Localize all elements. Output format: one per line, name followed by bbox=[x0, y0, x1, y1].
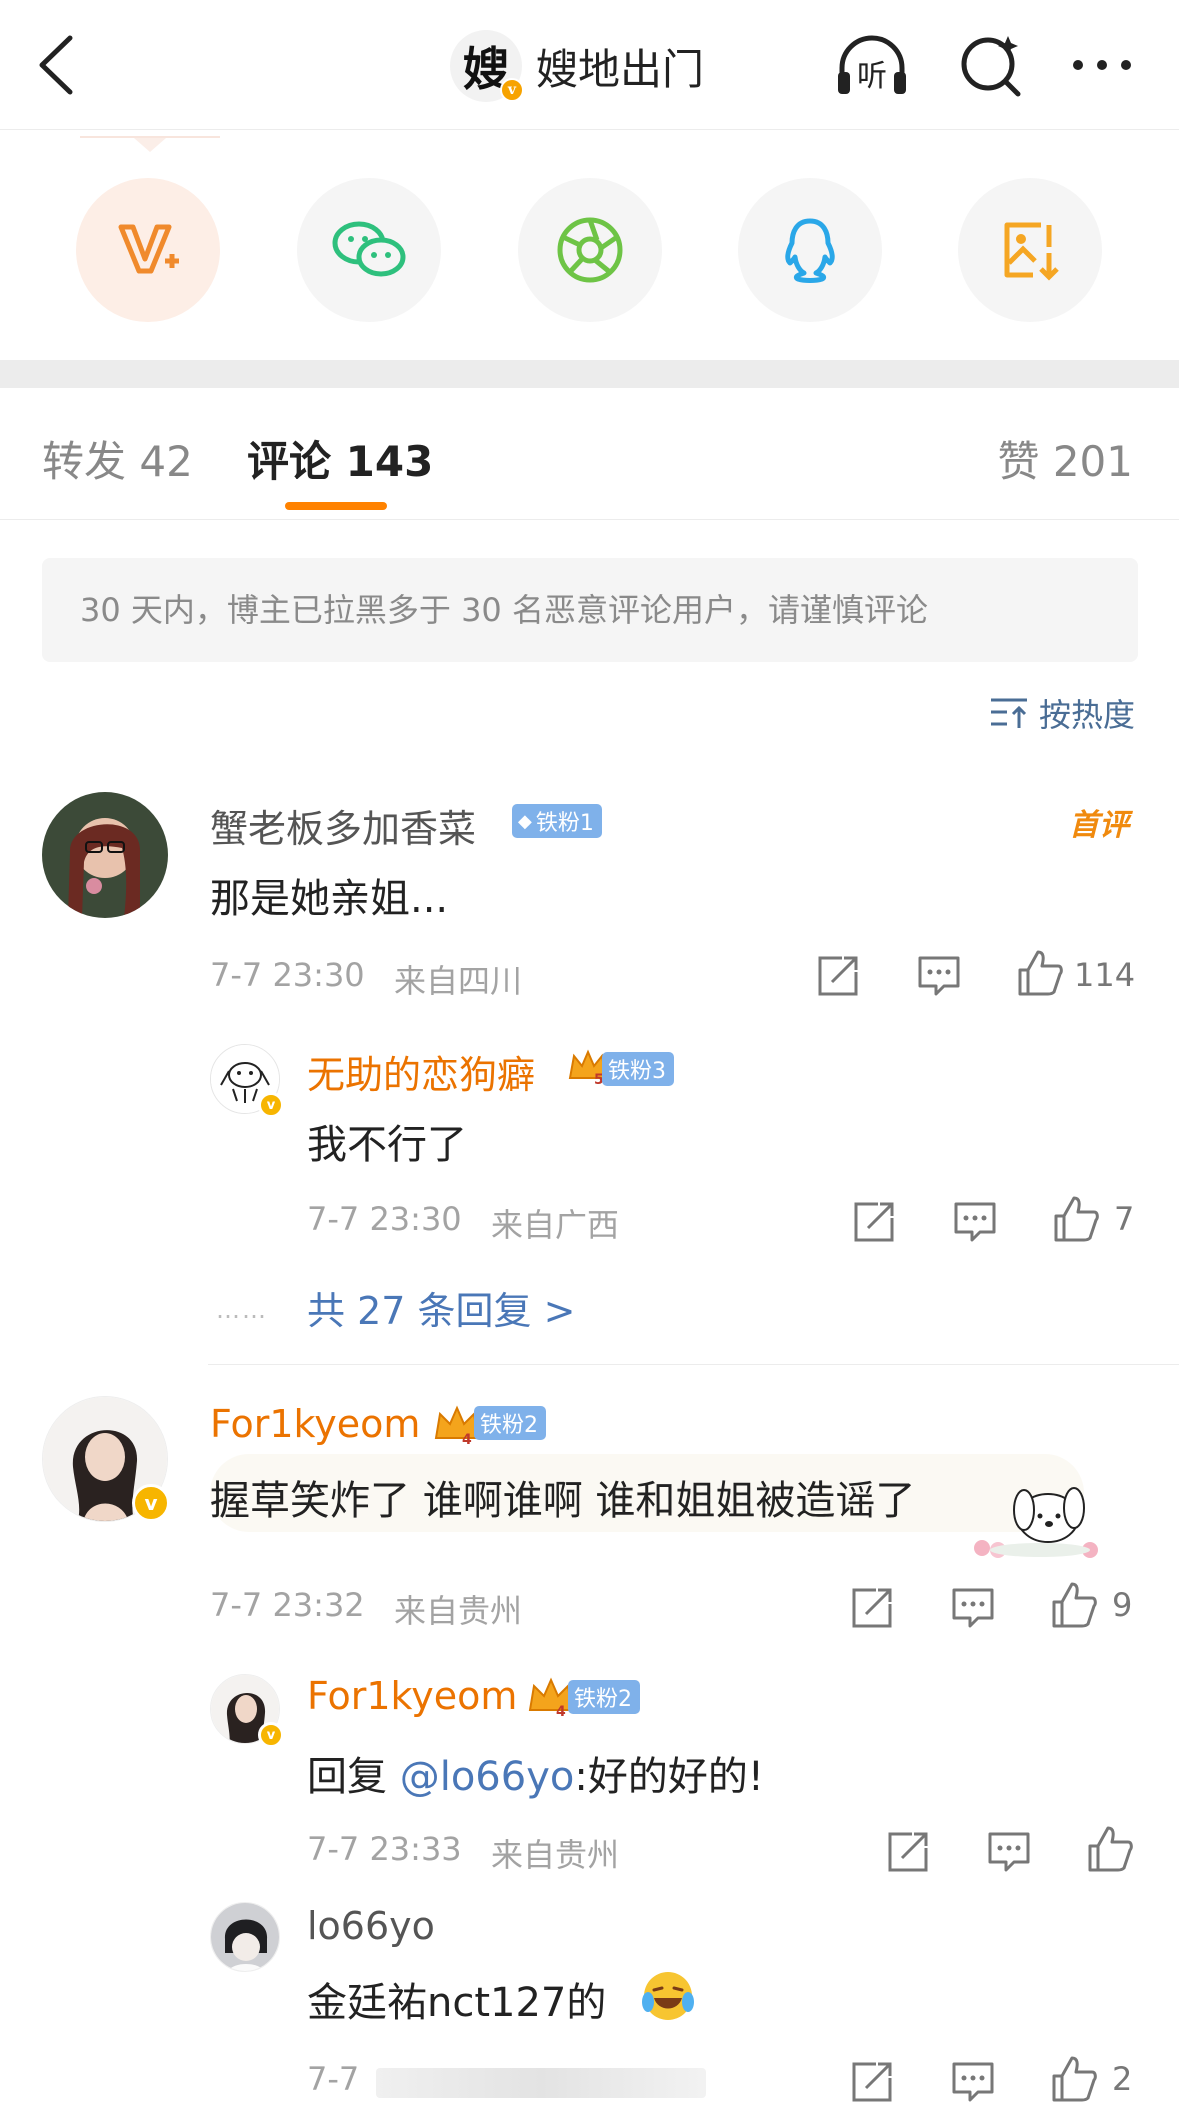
fan-badge-label: 铁粉2 bbox=[480, 1413, 538, 1438]
avatar-photo bbox=[211, 1903, 279, 1971]
like-icon[interactable] bbox=[1050, 1194, 1100, 1244]
save-image-icon bbox=[1004, 222, 1059, 281]
fan-badge[interactable]: ◆ 铁粉1 bbox=[512, 804, 602, 838]
top-nav-bar: 嫂 v 嫂地出门 听 bbox=[0, 0, 1179, 130]
comment-text: 那是她亲姐... bbox=[210, 876, 449, 922]
sort-icon bbox=[990, 698, 1027, 728]
pochacco-sticker-icon bbox=[974, 1487, 1098, 1558]
sort-toggle[interactable]: 按热度 bbox=[989, 690, 1135, 736]
repost-icon[interactable] bbox=[882, 1826, 932, 1876]
comment-time: 7-7 23:30 bbox=[210, 956, 365, 994]
repost-icon[interactable] bbox=[846, 2056, 896, 2106]
reply-text: 回复 @lo66yo:好的好的! bbox=[307, 1744, 764, 1802]
fan-badge[interactable]: 铁粉3 bbox=[602, 1052, 674, 1086]
comment-icon[interactable] bbox=[984, 1826, 1034, 1876]
avatar-photo bbox=[42, 792, 168, 918]
crown-level: 4 bbox=[556, 1704, 566, 1718]
section-divider bbox=[0, 360, 1179, 388]
tab-like[interactable]: 赞 201 bbox=[997, 428, 1133, 489]
diamond-icon: ◆ bbox=[518, 810, 532, 832]
comment-username[interactable]: 蟹老板多加香菜 bbox=[210, 798, 476, 853]
share-weibo-v-plus-button[interactable] bbox=[76, 178, 220, 322]
fan-badge[interactable]: 铁粉2 bbox=[474, 1406, 546, 1440]
reply-text: 我不行了 bbox=[307, 1122, 467, 1168]
share-wechat-button[interactable] bbox=[297, 178, 441, 322]
listen-icon[interactable]: 听 bbox=[832, 30, 912, 100]
fan-badge-label: 铁粉2 bbox=[574, 1687, 632, 1712]
avatar[interactable] bbox=[42, 792, 168, 918]
reply-location: 来自广西 bbox=[491, 1206, 620, 1244]
mention-link[interactable]: @lo66yo bbox=[400, 1754, 575, 1800]
like-icon[interactable] bbox=[1048, 1580, 1098, 1630]
reply-time: 7-7 23:30 bbox=[307, 1200, 462, 1238]
like-count: 7 bbox=[1114, 1200, 1135, 1238]
comment-location: 来自四川 bbox=[394, 962, 523, 1000]
tab-active-indicator bbox=[285, 502, 387, 510]
page-title: 嫂地出门 bbox=[536, 44, 705, 94]
feedback-tabs: 转发 42 评论 143 赞 201 bbox=[0, 388, 1179, 520]
share-row bbox=[0, 130, 1179, 360]
first-comment-badge: 首评 bbox=[1069, 808, 1129, 843]
verified-icon: v bbox=[500, 78, 524, 102]
share-qq-button[interactable] bbox=[738, 178, 882, 322]
share-pointer bbox=[134, 138, 166, 152]
repost-icon[interactable] bbox=[812, 950, 862, 1000]
share-moments-button[interactable] bbox=[518, 178, 662, 322]
save-image-button[interactable] bbox=[958, 178, 1102, 322]
crown-level: 4 bbox=[462, 1432, 472, 1446]
reply-suffix: :好的好的! bbox=[574, 1754, 764, 1800]
avatar[interactable] bbox=[210, 1902, 280, 1972]
reply-time: 7-7 bbox=[307, 2060, 360, 2098]
like-icon[interactable] bbox=[1014, 948, 1064, 998]
listen-label: 听 bbox=[857, 59, 887, 94]
like-count: 114 bbox=[1074, 956, 1136, 994]
verified-icon: v bbox=[258, 1722, 284, 1748]
page-title-group[interactable]: 嫂 v 嫂地出门 bbox=[450, 28, 704, 104]
thread-dots: …… bbox=[216, 1296, 268, 1324]
reply-prefix: 回复 bbox=[307, 1754, 400, 1800]
comment-icon[interactable] bbox=[948, 2056, 998, 2106]
like-icon[interactable] bbox=[1048, 2054, 1098, 2104]
comment-divider bbox=[208, 1364, 1179, 1365]
like-icon[interactable] bbox=[1084, 1824, 1134, 1874]
reply-location: 来自贵州 bbox=[491, 1836, 620, 1874]
comment-location: 来自贵州 bbox=[394, 1592, 523, 1630]
comment-icon[interactable] bbox=[950, 1196, 1000, 1246]
comment-time: 7-7 23:32 bbox=[210, 1586, 365, 1624]
more-replies-link[interactable]: 共 27 条回复 > bbox=[307, 1280, 575, 1335]
back-arrow-icon[interactable] bbox=[30, 28, 90, 102]
v-plus-icon bbox=[118, 224, 179, 274]
comment-notice: 30 天内，博主已拉黑多于 30 名恶意评论用户，请谨慎评论 bbox=[42, 558, 1138, 662]
qq-icon bbox=[785, 218, 835, 283]
moments-icon bbox=[557, 217, 623, 283]
tab-comment[interactable]: 评论 143 bbox=[247, 428, 433, 489]
reply-time: 7-7 23:33 bbox=[307, 1830, 462, 1868]
redacted-area bbox=[376, 2068, 706, 2098]
comment-icon[interactable] bbox=[914, 950, 964, 1000]
comment-text: 握草笑炸了 谁啊谁啊 谁和姐姐被造谣了 bbox=[210, 1478, 916, 1524]
repost-icon[interactable] bbox=[846, 1582, 896, 1632]
tab-repost[interactable]: 转发 42 bbox=[42, 428, 193, 489]
like-count: 9 bbox=[1112, 1586, 1133, 1624]
comment-username[interactable]: For1kyeom bbox=[210, 1402, 420, 1446]
verified-icon: v bbox=[258, 1092, 284, 1118]
fan-badge-label: 铁粉1 bbox=[535, 811, 594, 836]
author-avatar[interactable]: 嫂 v bbox=[450, 30, 524, 102]
reply-username[interactable]: For1kyeom bbox=[307, 1674, 517, 1718]
fan-badge[interactable]: 铁粉2 bbox=[568, 1680, 640, 1714]
reply-username[interactable]: lo66yo bbox=[307, 1904, 435, 1948]
sort-label: 按热度 bbox=[1038, 696, 1135, 734]
comment-icon[interactable] bbox=[948, 1582, 998, 1632]
reply-text: 金廷祐nct127的 bbox=[307, 1980, 607, 2026]
search-icon[interactable] bbox=[952, 30, 1032, 100]
wechat-icon bbox=[332, 221, 406, 277]
fan-badge-label: 铁粉3 bbox=[608, 1059, 666, 1084]
like-count: 2 bbox=[1112, 2060, 1133, 2098]
repost-icon[interactable] bbox=[848, 1196, 898, 1246]
reply-username[interactable]: 无助的恋狗癖 bbox=[307, 1044, 535, 1099]
more-icon[interactable] bbox=[1066, 30, 1146, 100]
verified-icon: v bbox=[132, 1484, 170, 1522]
laugh-cry-emoji-icon bbox=[642, 1972, 694, 2020]
